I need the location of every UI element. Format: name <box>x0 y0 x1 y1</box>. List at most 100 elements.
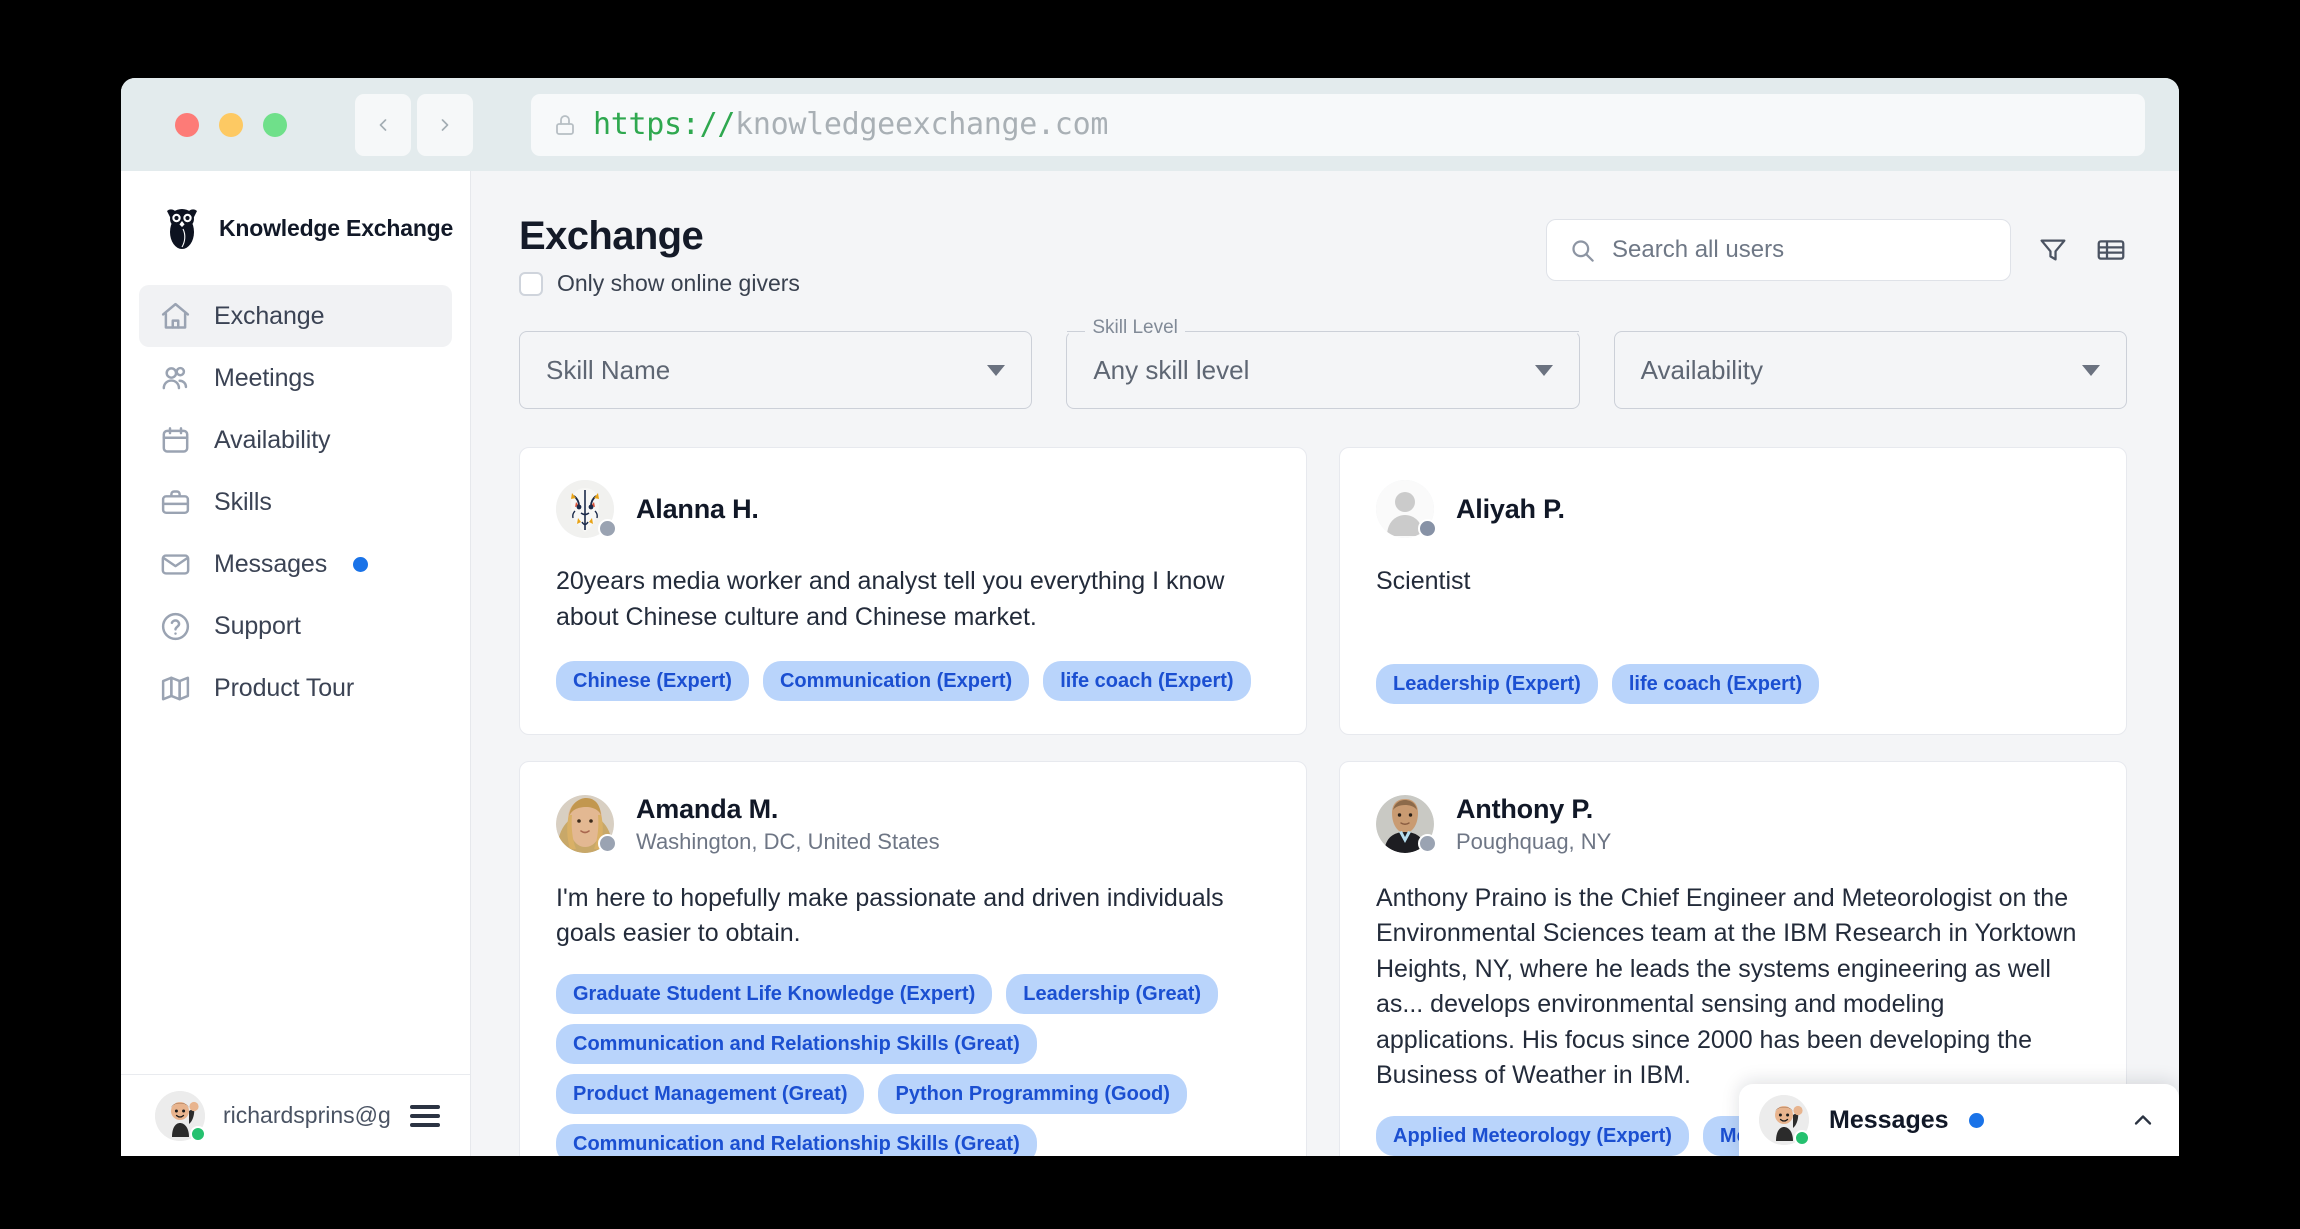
brand-name: Knowledge Exchange <box>219 214 454 241</box>
owl-logo <box>167 209 197 249</box>
url-host: knowledgeexchange.com <box>735 107 1109 142</box>
user-card[interactable]: Aliyah P. Scientist Leadership (Expert) … <box>1339 447 2127 735</box>
skill-chip[interactable]: life coach (Expert) <box>1611 663 1820 704</box>
page-body: Knowledge Exchange Exchange Meetings Ava… <box>121 171 2179 1156</box>
unread-badge-dot <box>353 556 369 572</box>
status-dot <box>598 834 617 853</box>
address-bar[interactable]: https://knowledgeexchange.com <box>531 93 2145 156</box>
sidebar-item-label: Product Tour <box>214 673 355 702</box>
sidebar-item-label: Skills <box>214 487 272 516</box>
user-card[interactable]: Alanna H. 20years media worker and analy… <box>519 447 1307 735</box>
status-dot <box>1418 519 1437 538</box>
sidebar-item-product-tour[interactable]: Product Tour <box>139 657 452 719</box>
question-circle-icon <box>159 610 192 643</box>
messages-widget-label: Messages <box>1829 1105 1949 1134</box>
window-traffic-lights <box>175 112 287 137</box>
chevron-up-icon <box>2134 1115 2152 1125</box>
skill-chip[interactable]: Python Programming (Good) <box>878 1073 1187 1114</box>
hamburger-icon[interactable] <box>410 1104 440 1127</box>
skill-level-value: Any skill level <box>1093 354 1250 385</box>
card-location: Washington, DC, United States <box>636 828 940 854</box>
minimize-window-button[interactable] <box>219 112 243 137</box>
funnel-icon <box>2040 239 2066 261</box>
skill-chip[interactable]: Chinese (Expert) <box>556 661 749 701</box>
calendar-icon <box>159 424 192 457</box>
online-givers-checkbox[interactable] <box>519 271 543 296</box>
chevron-left-icon <box>379 118 387 131</box>
skill-level-select[interactable]: Skill Level Any skill level <box>1066 318 1580 409</box>
sidebar-item-exchange[interactable]: Exchange <box>139 285 452 347</box>
card-identity: Anthony P. Poughquag, NY <box>1456 794 1611 855</box>
main-content: Exchange Only show online givers Search … <box>471 171 2179 1156</box>
user-card-grid: Alanna H. 20years media worker and analy… <box>519 447 2127 1156</box>
back-button[interactable] <box>355 93 411 156</box>
status-dot <box>598 519 617 538</box>
sidebar-item-meetings[interactable]: Meetings <box>139 347 452 409</box>
chevron-down-icon <box>2081 364 2100 376</box>
skill-chip[interactable]: Leadership (Expert) <box>1376 663 1598 704</box>
briefcase-icon <box>159 486 192 519</box>
skill-chip-list: Graduate Student Life Knowledge (Expert)… <box>556 973 1270 1156</box>
people-icon <box>159 362 192 395</box>
sidebar-nav: Exchange Meetings Availability Skills Me… <box>121 279 470 719</box>
sidebar-item-support[interactable]: Support <box>139 595 452 657</box>
unread-badge-dot <box>1968 1112 1984 1128</box>
sidebar-item-messages[interactable]: Messages <box>139 533 452 595</box>
card-header: Aliyah P. <box>1376 480 2090 538</box>
header-actions: Search all users <box>1546 215 2127 281</box>
online-status-dot <box>1794 1130 1810 1146</box>
avatar <box>1376 795 1437 853</box>
skill-chip[interactable]: Communication and Relationship Skills (G… <box>556 1123 1037 1156</box>
main-header: Exchange Only show online givers Search … <box>519 215 2127 297</box>
card-bio: 20years media worker and analyst tell yo… <box>556 567 1225 631</box>
card-name: Alanna H. <box>636 493 759 524</box>
card-bio: Scientist <box>1376 567 1471 595</box>
lock-icon <box>553 112 577 138</box>
sidebar: Knowledge Exchange Exchange Meetings Ava… <box>121 171 471 1156</box>
navigation-buttons <box>355 93 473 156</box>
skill-name-value: Skill Name <box>546 354 671 385</box>
skill-chip[interactable]: Product Management (Great) <box>556 1073 865 1114</box>
card-name: Amanda M. <box>636 793 779 824</box>
skill-chip[interactable]: Graduate Student Life Knowledge (Expert) <box>556 973 993 1014</box>
card-header: Anthony P. Poughquag, NY <box>1376 794 2090 855</box>
skill-chip[interactable]: Communication (Expert) <box>762 661 1030 701</box>
skill-chip[interactable]: life coach (Expert) <box>1043 661 1251 701</box>
maximize-window-button[interactable] <box>263 112 287 137</box>
table-view-button[interactable] <box>2095 234 2127 266</box>
avatar <box>556 480 617 538</box>
skill-chip[interactable]: Communication and Relationship Skills (G… <box>556 1023 1037 1064</box>
availability-select[interactable]: Availability <box>1613 331 2127 409</box>
sidebar-item-skills[interactable]: Skills <box>139 471 452 533</box>
card-bio: Anthony Praino is the Chief Engineer and… <box>1376 883 2077 1090</box>
skill-chip[interactable]: Applied Meteorology (Expert) <box>1376 1115 1689 1156</box>
sidebar-item-availability[interactable]: Availability <box>139 409 452 471</box>
skill-name-select[interactable]: Skill Name <box>519 331 1033 409</box>
search-input[interactable]: Search all users <box>1546 219 2011 281</box>
card-name: Aliyah P. <box>1456 493 1565 524</box>
browser-chrome: https://knowledgeexchange.com <box>121 78 2179 171</box>
forward-button[interactable] <box>417 93 473 156</box>
skill-chip-list: Chinese (Expert) Communication (Expert) … <box>556 661 1270 701</box>
chevron-down-icon <box>987 364 1006 376</box>
user-email: richardsprins@gma... <box>223 1102 392 1128</box>
messages-widget[interactable]: Messages <box>1739 1084 2179 1156</box>
skill-chip[interactable]: Leadership (Great) <box>1006 973 1219 1014</box>
skill-level-label: Skill Level <box>1085 318 1185 337</box>
status-dot <box>1418 834 1437 853</box>
card-bio: I'm here to hopefully make passionate an… <box>556 883 1224 948</box>
home-icon <box>159 300 192 333</box>
filter-button[interactable] <box>2037 234 2069 266</box>
card-header: Alanna H. <box>556 480 1270 538</box>
avatar <box>556 795 617 853</box>
collapse-messages-button[interactable] <box>2129 1106 2157 1134</box>
card-identity: Aliyah P. <box>1456 494 1565 525</box>
sidebar-user-bar[interactable]: richardsprins@gma... <box>121 1074 470 1156</box>
search-placeholder: Search all users <box>1612 236 1785 263</box>
availability-value: Availability <box>1640 354 1764 385</box>
sidebar-item-label: Availability <box>214 425 331 454</box>
user-card[interactable]: Amanda M. Washington, DC, United States … <box>519 760 1307 1156</box>
online-givers-filter[interactable]: Only show online givers <box>519 270 1546 297</box>
close-window-button[interactable] <box>175 112 199 137</box>
card-identity: Amanda M. Washington, DC, United States <box>636 794 940 855</box>
